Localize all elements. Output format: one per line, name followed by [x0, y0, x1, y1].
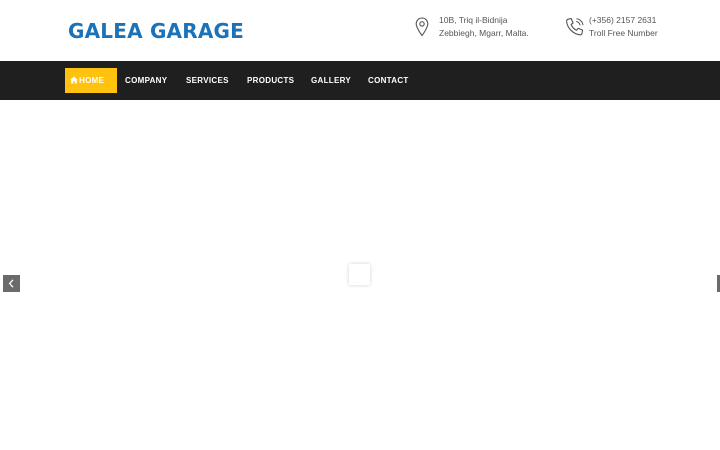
map-pin-icon	[415, 17, 435, 39]
nav-item-contact[interactable]: CONTACT	[368, 68, 409, 93]
nav-item-home[interactable]: HOME	[65, 68, 118, 93]
nav-item-company[interactable]: COMPANY	[125, 68, 167, 93]
nav-item-label: HOME	[79, 76, 105, 85]
main-navigation: HOME COMPANY SERVICES PRODUCTS GALLERY C…	[0, 61, 720, 100]
nav-item-label: GALLERY	[311, 76, 352, 85]
nav-item-services[interactable]: SERVICES	[186, 68, 229, 93]
home-icon	[70, 69, 78, 84]
phone-icon	[565, 17, 585, 39]
nav-item-label: COMPANY	[125, 76, 168, 85]
loading-spinner-icon	[349, 264, 370, 285]
phone-caption: Troll Free Number	[589, 28, 658, 38]
address-line-1: 10B, Triq il-Bidnija	[439, 15, 508, 25]
nav-item-products[interactable]: PRODUCTS	[247, 68, 294, 93]
hero-slider	[0, 100, 720, 450]
phone-number[interactable]: (+356) 2157 2631	[589, 14, 658, 27]
nav-item-label: PRODUCTS	[247, 76, 295, 85]
nav-item-label: SERVICES	[186, 76, 229, 85]
nav-item-label: CONTACT	[368, 76, 409, 85]
site-header: GALEA GARAGE 10B, Triq il-Bidnija Zebbie…	[0, 0, 720, 61]
nav-item-gallery[interactable]: GALLERY	[311, 68, 351, 93]
site-logo[interactable]: GALEA GARAGE	[68, 19, 244, 43]
chevron-left-icon	[8, 279, 14, 288]
slider-prev-button[interactable]	[3, 275, 20, 292]
address-line-2: Zebbiegh, Mgarr, Malta.	[439, 28, 529, 38]
